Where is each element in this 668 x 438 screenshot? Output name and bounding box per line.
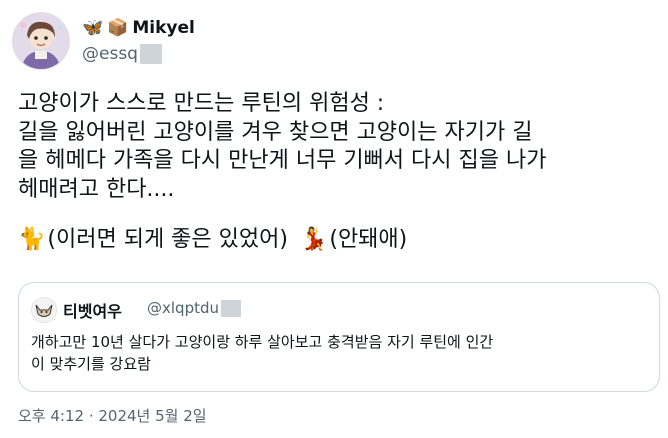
tweet-text-line: 헤매려고 한다.... — [18, 176, 175, 202]
user-name-row[interactable]: 🦋 📦 Mikyel — [82, 16, 195, 40]
tweet-text-line: 을 헤메다 가족을 다시 만난게 너무 기뻐서 다시 집을 나가 — [18, 148, 547, 173]
quoted-tweet-text: 개하고만 10년 살다가 고양이랑 하루 살아보고 충격받음 자기 루틴에 인간… — [31, 331, 651, 375]
quoted-user-handle[interactable]: @xlqptdu — [147, 299, 241, 317]
quoted-tweet[interactable]: 티벳여우 @xlqptdu 개하고만 10년 살다가 고양이랑 하루 살아보고 … — [18, 282, 660, 392]
fox-avatar-icon — [32, 298, 56, 322]
tweet-timestamp[interactable]: 오후 4:12 · 2024년 5월 2일 — [18, 405, 207, 426]
quoted-handle-text: @xlqptdu — [147, 299, 219, 317]
person-icon: 💃 — [299, 227, 328, 252]
quoted-text-line: 이 맞추기를 강요람 — [31, 355, 151, 373]
redaction-block — [221, 299, 241, 317]
butterfly-icon: 🦋 — [82, 18, 104, 38]
tweet-text-line: 길을 잃어버린 고양이를 겨우 찾으면 고양이는 자기가 길 — [18, 119, 533, 145]
redaction-block — [139, 44, 162, 64]
cat-icon: 🐈 — [18, 227, 46, 252]
user-handle[interactable]: @essq — [82, 44, 162, 64]
person-reaction-text: (안돼애) — [329, 227, 408, 252]
quoted-user-avatar[interactable] — [31, 297, 57, 323]
quoted-display-name[interactable]: 티벳여우 — [63, 298, 122, 322]
quoted-text-line: 개하고만 10년 살다가 고양이랑 하루 살아보고 충격받음 자기 루틴에 인간 — [31, 333, 494, 351]
display-name[interactable]: Mikyel — [132, 18, 195, 38]
user-avatar[interactable] — [12, 12, 70, 70]
package-icon: 📦 — [107, 18, 129, 38]
tweet-text: 고양이가 스스로 만드는 루틴의 위험성 : 길을 잃어버린 고양이를 겨우 찾… — [18, 90, 658, 255]
cat-reaction-text: (이러면 되게 좋은 있었어) — [47, 227, 288, 252]
tweet-text-line: 고양이가 스스로 만드는 루틴의 위험성 : — [18, 91, 385, 116]
anime-character-avatar-icon — [13, 13, 69, 69]
tweet-reaction-line: 🐈 (이러면 되게 좋은 있었어) 💃 (안돼애) — [18, 226, 658, 255]
user-handle-text: @essq — [82, 44, 138, 64]
